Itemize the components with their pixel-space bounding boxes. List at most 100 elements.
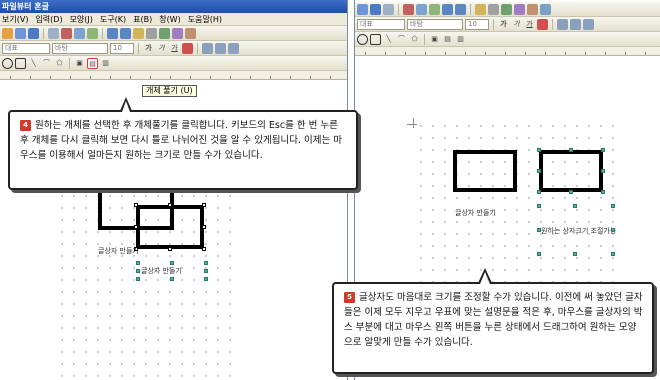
rectangle-tool-icon[interactable]	[370, 33, 381, 45]
resize-handle[interactable]	[202, 225, 206, 229]
rectangle-shape-selected[interactable]	[539, 150, 603, 192]
underline-icon[interactable]: 가	[169, 43, 180, 54]
textbox-handle[interactable]	[136, 269, 140, 273]
ungroup-icon[interactable]: ▤	[442, 34, 453, 45]
align-center-icon[interactable]	[215, 42, 226, 54]
textbox-label[interactable]: 글상자 만들기	[455, 208, 496, 218]
textbox-handle[interactable]	[136, 277, 140, 281]
size-select[interactable]: 10	[110, 42, 134, 54]
italic-icon[interactable]: 가	[511, 19, 522, 30]
size-select[interactable]: 10	[465, 18, 489, 30]
textbox-label-selected[interactable]: 글상자 만들기	[141, 266, 182, 276]
ungroup-icon[interactable]: ▤	[87, 57, 98, 69]
align-left-icon[interactable]	[557, 18, 568, 30]
redo-icon[interactable]	[455, 3, 466, 15]
group-icon[interactable]: ▣	[74, 58, 85, 69]
chart-icon[interactable]	[514, 3, 525, 15]
font-color-icon[interactable]	[182, 42, 193, 54]
menu-insert[interactable]: 입력(D)	[35, 13, 62, 25]
font-color-icon[interactable]	[537, 18, 548, 30]
paste-icon[interactable]	[87, 27, 98, 39]
menu-window[interactable]: 창(W)	[159, 13, 181, 25]
font-select[interactable]: 대표	[2, 42, 50, 54]
textbox-handle[interactable]	[611, 204, 615, 208]
copy-icon[interactable]	[74, 27, 85, 39]
textbox-handle[interactable]	[611, 252, 615, 256]
align-right-icon[interactable]	[583, 18, 594, 30]
bold-icon[interactable]: 가	[143, 43, 154, 54]
new-doc-icon[interactable]	[2, 27, 13, 39]
find-icon[interactable]	[475, 3, 486, 15]
textbox-handle[interactable]	[204, 277, 208, 281]
textbox-handle[interactable]	[136, 261, 140, 265]
polygon-tool-icon[interactable]: ⬠	[54, 58, 65, 69]
arc-tool-icon[interactable]: ⌒	[41, 58, 52, 69]
resize-handle[interactable]	[601, 148, 605, 152]
group-icon[interactable]: ▣	[429, 34, 440, 45]
resize-handle[interactable]	[134, 203, 138, 207]
zoom-icon[interactable]	[185, 27, 196, 39]
menu-view[interactable]: 보기(V)	[2, 13, 28, 25]
textbox-handle[interactable]	[611, 228, 615, 232]
resize-handle[interactable]	[537, 148, 541, 152]
cut-icon[interactable]	[61, 27, 72, 39]
line-tool-icon[interactable]: ╲	[383, 34, 394, 45]
textbox-handle[interactable]	[170, 261, 174, 265]
resize-handle[interactable]	[202, 247, 206, 251]
align-right-icon[interactable]	[228, 42, 239, 54]
italic-icon[interactable]: 가	[156, 43, 167, 54]
undo-icon[interactable]	[107, 27, 118, 39]
align-center-icon[interactable]	[570, 18, 581, 30]
table-icon[interactable]	[488, 3, 499, 15]
align-left-icon[interactable]	[202, 42, 213, 54]
zoom-icon[interactable]	[527, 3, 538, 15]
resize-handle[interactable]	[569, 190, 573, 194]
textbox-handle[interactable]	[204, 269, 208, 273]
line-tool-icon[interactable]: ╲	[28, 58, 39, 69]
menu-format[interactable]: 모양(J)	[70, 13, 93, 25]
resize-handle[interactable]	[601, 190, 605, 194]
textbox-handle[interactable]	[170, 277, 174, 281]
bold-icon[interactable]: 가	[498, 19, 509, 30]
underline-icon[interactable]: 가	[524, 19, 535, 30]
textbox-handle[interactable]	[573, 252, 577, 256]
style-select[interactable]: 바탕	[52, 42, 108, 54]
view-icon[interactable]	[540, 3, 551, 15]
textbox-handle[interactable]	[573, 204, 577, 208]
style-select[interactable]: 바탕	[407, 18, 463, 30]
find-icon[interactable]	[133, 27, 144, 39]
image-icon[interactable]	[159, 27, 170, 39]
polygon-tool-icon[interactable]: ⬠	[409, 34, 420, 45]
resize-handle[interactable]	[202, 203, 206, 207]
print-icon[interactable]	[383, 3, 394, 15]
order-icon[interactable]: ▥	[100, 58, 111, 69]
undo-icon[interactable]	[442, 3, 453, 15]
save-icon[interactable]	[28, 27, 39, 39]
arc-tool-icon[interactable]: ⌒	[396, 34, 407, 45]
menu-help[interactable]: 도움말(H)	[188, 13, 222, 25]
print-icon[interactable]	[48, 27, 59, 39]
resize-handle[interactable]	[601, 169, 605, 173]
textbox-handle[interactable]	[204, 261, 208, 265]
order-icon[interactable]: ▥	[455, 34, 466, 45]
rectangle-shape[interactable]	[453, 150, 517, 192]
open-icon[interactable]	[357, 3, 368, 15]
cut-icon[interactable]	[403, 3, 414, 15]
rectangle-tool-icon[interactable]	[15, 57, 26, 69]
textbox-label[interactable]: 글상자 만들기	[98, 246, 139, 256]
font-select[interactable]: 대표	[357, 18, 405, 30]
image-icon[interactable]	[501, 3, 512, 15]
textbox-handle[interactable]	[537, 204, 541, 208]
resize-handle[interactable]	[168, 247, 172, 251]
ellipse-tool-icon[interactable]	[357, 33, 368, 45]
textbox-label-resized[interactable]: 원하는 상자크기 조절가능	[541, 226, 616, 236]
ellipse-tool-icon[interactable]	[2, 57, 13, 69]
resize-handle[interactable]	[569, 148, 573, 152]
copy-icon[interactable]	[416, 3, 427, 15]
resize-handle[interactable]	[537, 169, 541, 173]
chart-icon[interactable]	[172, 27, 183, 39]
resize-handle[interactable]	[134, 225, 138, 229]
resize-handle[interactable]	[537, 190, 541, 194]
table-icon[interactable]	[146, 27, 157, 39]
open-icon[interactable]	[15, 27, 26, 39]
